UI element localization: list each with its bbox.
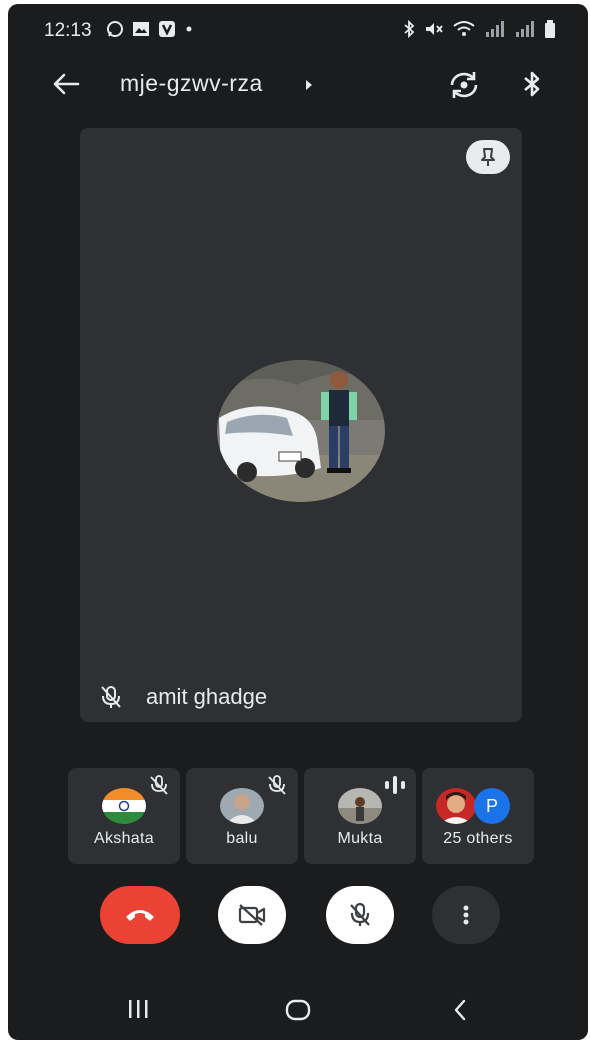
- india-flag-photo: [102, 788, 146, 824]
- mic-off-icon: [150, 775, 168, 795]
- speaker-photo: [217, 360, 385, 502]
- status-bar: 12:13: [8, 4, 588, 56]
- others-count: 25 others: [443, 830, 513, 847]
- v-app-icon: [159, 21, 175, 37]
- mic-toggle-button[interactable]: [326, 886, 394, 944]
- end-call-button[interactable]: [100, 886, 180, 944]
- switch-camera-icon[interactable]: [446, 68, 482, 102]
- gallery-icon: [133, 22, 149, 36]
- wifi-icon: [453, 21, 475, 36]
- more-options-button[interactable]: [432, 886, 500, 944]
- participant-avatar: [102, 788, 146, 824]
- phone-hangup-icon: [126, 910, 154, 921]
- meeting-code[interactable]: mje-gzwv-rza: [120, 70, 263, 97]
- bluetooth-icon: [404, 20, 415, 38]
- participant-avatar: [220, 788, 264, 824]
- whatsapp-icon: [107, 21, 123, 37]
- participant-name: Mukta: [337, 830, 383, 847]
- participant-tile[interactable]: Mukta: [304, 768, 416, 864]
- chevron-right-icon[interactable]: [306, 80, 312, 90]
- participant-avatar: [436, 788, 476, 824]
- participant-name: Akshata: [94, 830, 154, 847]
- battery-icon: [545, 20, 555, 38]
- recent-apps-icon[interactable]: [126, 998, 150, 1020]
- speaker-name-bar: amit ghadge: [100, 684, 267, 710]
- mute-icon: [426, 23, 443, 35]
- back-arrow-icon[interactable]: [48, 68, 84, 100]
- home-icon[interactable]: [284, 998, 312, 1022]
- participant-tile[interactable]: balu: [186, 768, 298, 864]
- meeting-header: mje-gzwv-rza: [8, 56, 588, 112]
- system-nav-bar: [8, 980, 588, 1040]
- participant-name: balu: [226, 830, 258, 847]
- participant-photo: [220, 788, 264, 824]
- pin-icon: [481, 148, 495, 166]
- meet-call-screen: 12:13 mje-gzwv-rza amit ghadge Akshata b…: [8, 4, 588, 1040]
- status-time: 12:13: [44, 20, 92, 41]
- mic-off-icon: [268, 775, 286, 795]
- participant-photo: [436, 788, 476, 824]
- participant-photo: [338, 788, 382, 824]
- participant-initial-avatar: P: [474, 788, 510, 824]
- more-vert-icon: [463, 905, 469, 925]
- camera-off-icon: [238, 904, 266, 926]
- dot-icon: [186, 26, 192, 32]
- main-speaker-tile[interactable]: amit ghadge: [80, 128, 522, 722]
- speaker-avatar: [217, 360, 385, 502]
- signal-icon: [516, 21, 534, 37]
- signal-icon: [486, 21, 504, 37]
- speaker-name: amit ghadge: [146, 684, 268, 709]
- participant-tile[interactable]: Akshata: [68, 768, 180, 864]
- others-tile[interactable]: P 25 others: [422, 768, 534, 864]
- participant-avatar: [338, 788, 382, 824]
- mic-off-icon: [101, 686, 121, 708]
- pin-button[interactable]: [466, 140, 510, 174]
- camera-toggle-button[interactable]: [218, 886, 286, 944]
- back-nav-icon[interactable]: [452, 998, 468, 1022]
- mic-off-icon: [350, 902, 370, 926]
- speaking-indicator-icon: [385, 776, 405, 794]
- bluetooth-audio-icon[interactable]: [520, 68, 544, 100]
